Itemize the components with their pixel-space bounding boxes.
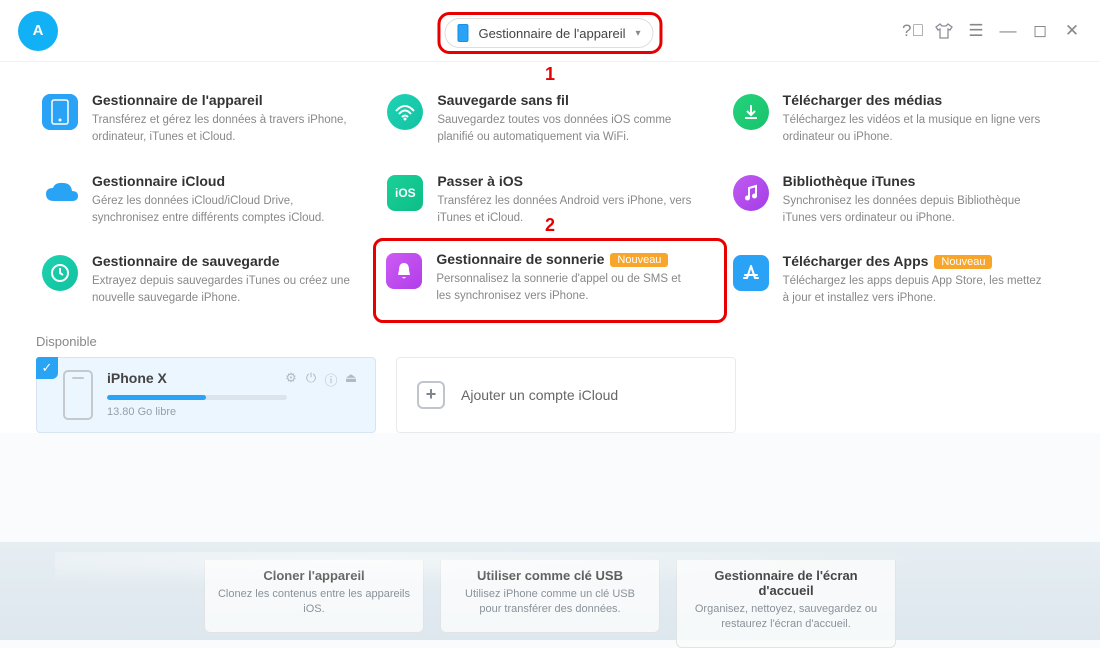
wifi-icon (387, 94, 423, 130)
close-icon[interactable]: ✕ (1062, 21, 1082, 41)
footer-desc: Clonez les contenus entre les appareils … (217, 587, 411, 618)
tile-title: Gestionnaire de l'appareil (92, 92, 352, 108)
tile-title: Bibliothèque iTunes (783, 173, 1043, 189)
tile-download-apps[interactable]: Télécharger des AppsNouveau Téléchargez l… (727, 245, 1064, 316)
storage-bar (107, 395, 287, 400)
check-icon: ✓ (36, 357, 58, 379)
tile-desc: Synchronisez les données depuis Biblioth… (783, 193, 1043, 228)
bell-icon (386, 253, 422, 289)
footer-homescreen[interactable]: Gestionnaire de l'écran d'accueil Organis… (676, 560, 896, 648)
add-icloud-account[interactable]: + Ajouter un compte iCloud (396, 357, 736, 433)
footer-title: Gestionnaire de l'écran d'accueil (689, 568, 883, 598)
tile-desc: Transférez les données Android vers iPho… (437, 193, 697, 228)
power-icon[interactable]: ⏻ (303, 370, 319, 389)
tile-ringtone-manager[interactable]: Gestionnaire de sonnerieNouveau Personnal… (380, 245, 719, 312)
tile-desc: Extrayez depuis sauvegardes iTunes ou cr… (92, 273, 352, 308)
footer-desc: Organisez, nettoyez, sauvegardez ou rest… (689, 602, 883, 633)
tile-title: Télécharger des AppsNouveau (783, 253, 1043, 269)
gear-icon[interactable]: ⚙ (283, 370, 299, 389)
tile-title: Gestionnaire de sonnerieNouveau (436, 251, 696, 267)
tile-desc: Gérez les données iCloud/iCloud Drive, s… (92, 193, 352, 228)
chevron-down-icon: ▾ (636, 28, 641, 39)
footer: Cloner l'appareil Clonez les contenus ent… (0, 542, 1100, 640)
device-card[interactable]: ✓ iPhone X ⚙ ⏻ ⓘ ⏏ 13.80 Go libre (36, 357, 376, 433)
annotation-1: 1 (545, 64, 555, 85)
tile-desc: Téléchargez les apps depuis App Store, l… (783, 273, 1043, 308)
title-bar: A Gestionnaire de l'appareil ▾ 1 ?⃝ ☰ — … (0, 0, 1100, 62)
tile-desc: Personnalisez la sonnerie d'appel ou de … (436, 271, 696, 306)
annotation-2: 2 (545, 215, 555, 236)
tile-title: Gestionnaire iCloud (92, 173, 352, 189)
annotation-box-1: Gestionnaire de l'appareil ▾ (437, 12, 662, 54)
footer-title: Utiliser comme clé USB (453, 568, 647, 583)
device-name: iPhone X (107, 370, 167, 389)
tile-download-media[interactable]: Télécharger des médias Téléchargez les vi… (727, 84, 1064, 155)
mode-dropdown[interactable]: Gestionnaire de l'appareil ▾ (444, 18, 653, 48)
music-icon (733, 175, 769, 211)
tile-title: Gestionnaire de sauvegarde (92, 253, 352, 269)
tile-desc: Transférez et gérez les données à traver… (92, 112, 352, 147)
footer-desc: Utilisez iPhone comme un clé USB pour tr… (453, 587, 647, 618)
device-manager-icon (42, 94, 78, 130)
shirt-icon[interactable] (934, 22, 954, 40)
tile-title: Télécharger des médias (783, 92, 1043, 108)
tile-desc: Sauvegardez toutes vos données iOS comme… (437, 112, 697, 147)
main-area: Gestionnaire de l'appareil Transférez et … (0, 62, 1100, 433)
phone-icon (457, 24, 468, 42)
device-phone-icon (63, 370, 93, 420)
footer-usb[interactable]: Utiliser comme clé USB Utilisez iPhone co… (440, 560, 660, 633)
plus-icon: + (417, 381, 445, 409)
tile-device-manager[interactable]: Gestionnaire de l'appareil Transférez et … (36, 84, 373, 155)
tile-wireless-backup[interactable]: Sauvegarde sans fil Sauvegardez toutes vo… (381, 84, 718, 155)
new-badge: Nouveau (934, 255, 992, 269)
tile-desc: Téléchargez les vidéos et la musique en … (783, 112, 1043, 147)
tile-title: Sauvegarde sans fil (437, 92, 697, 108)
tile-backup-manager[interactable]: Gestionnaire de sauvegarde Extrayez depui… (36, 245, 373, 316)
info-icon[interactable]: ⓘ (323, 370, 339, 389)
cloud-icon (42, 175, 78, 211)
help-icon[interactable]: ?⃝ (902, 21, 922, 41)
menu-icon[interactable]: ☰ (966, 21, 986, 41)
tile-title: Passer à iOS (437, 173, 697, 189)
annotation-box-2: 2 Gestionnaire de sonnerieNouveauPersonn… (373, 238, 726, 323)
app-logo: A (18, 11, 58, 51)
add-icloud-label: Ajouter un compte iCloud (461, 387, 618, 403)
maximize-icon[interactable]: ◻ (1030, 21, 1050, 41)
download-icon (733, 94, 769, 130)
ios-icon: iOS (387, 175, 423, 211)
tile-icloud-manager[interactable]: Gestionnaire iCloud Gérez les données iCl… (36, 165, 373, 236)
footer-clone[interactable]: Cloner l'appareil Clonez les contenus ent… (204, 560, 424, 633)
appstore-icon (733, 255, 769, 291)
footer-title: Cloner l'appareil (217, 568, 411, 583)
minimize-icon[interactable]: — (998, 21, 1018, 41)
new-badge: Nouveau (610, 253, 668, 267)
device-free-space: 13.80 Go libre (107, 406, 359, 418)
clock-icon (42, 255, 78, 291)
eject-icon[interactable]: ⏏ (343, 370, 359, 389)
tile-itunes-library[interactable]: Bibliothèque iTunes Synchronisez les donn… (727, 165, 1064, 236)
mode-dropdown-label: Gestionnaire de l'appareil (478, 26, 625, 41)
